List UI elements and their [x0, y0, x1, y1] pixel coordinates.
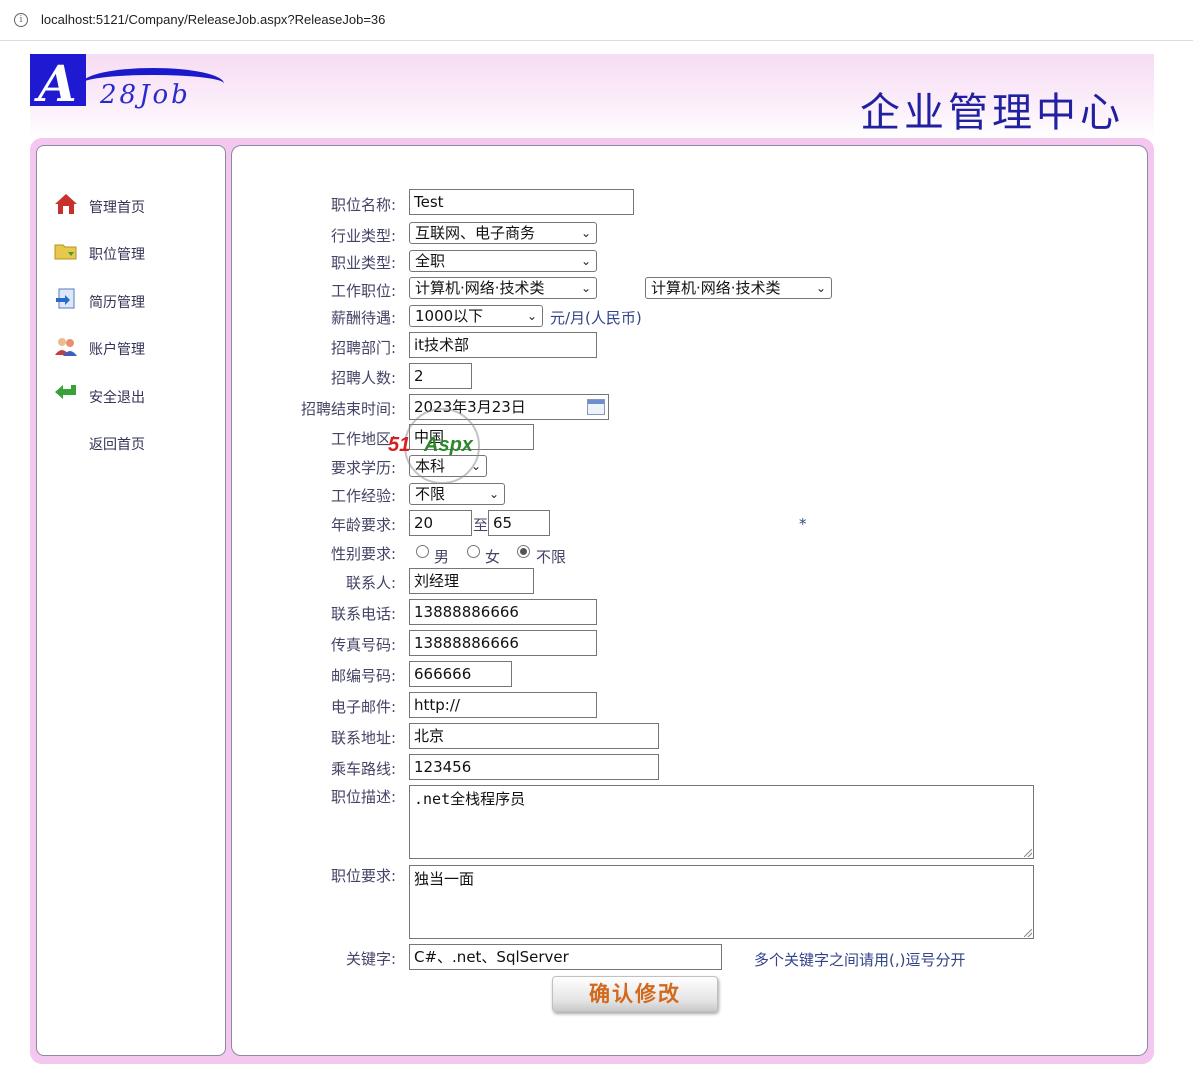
job-name-input[interactable]: Test — [409, 189, 634, 215]
keywords-label: 关键字: — [345, 950, 396, 968]
fax-input[interactable]: 13888886666 — [409, 630, 597, 656]
phone-input[interactable]: 13888886666 — [409, 599, 597, 625]
fax-label: 传真号码: — [330, 636, 396, 654]
requirements-value: 独当一面 — [414, 870, 475, 888]
sidebar-item-label: 简历管理 — [89, 295, 145, 311]
sidebar-item-resumes[interactable]: 简历管理 — [37, 283, 225, 319]
address-label: 联系地址: — [330, 729, 396, 747]
address-bar[interactable]: i localhost:5121/Company/ReleaseJob.aspx… — [0, 0, 1193, 41]
email-input[interactable]: http:// — [409, 692, 597, 718]
gender-radio-female[interactable] — [467, 545, 480, 558]
resize-grip-icon[interactable] — [1024, 929, 1032, 937]
salary-value: 1000以下 — [415, 307, 484, 325]
description-label: 职位描述: — [330, 788, 396, 806]
sidebar-item-account[interactable]: 账户管理 — [37, 330, 225, 366]
gender-option-male: 男 — [434, 548, 450, 566]
job-type-label: 职业类型: — [330, 254, 396, 272]
gender-radio-male[interactable] — [416, 545, 429, 558]
location-label: 工作地区: — [330, 430, 396, 448]
age-min-input[interactable]: 20 — [409, 510, 472, 536]
chevron-down-icon: ⌄ — [580, 281, 591, 295]
salary-label: 薪酬待遇: — [330, 309, 396, 327]
gender-radio-any[interactable] — [517, 545, 530, 558]
education-label: 要求学历: — [330, 459, 396, 477]
description-value: .net全栈程序员 — [414, 790, 526, 808]
confirm-button[interactable]: 确认修改 — [552, 976, 718, 1012]
address-input[interactable]: 北京 — [409, 723, 659, 749]
job-type-select[interactable]: 全职 ⌄ — [409, 250, 597, 272]
sidebar: 管理首页 职位管理 简历管理 账户管理 安全退出 返回首页 — [36, 145, 226, 1056]
sidebar-item-label: 返回首页 — [89, 437, 145, 453]
page-header: A 28Job 企业管理中心 — [30, 54, 1154, 138]
requirements-label: 职位要求: — [330, 867, 396, 885]
bus-route-label: 乘车路线: — [330, 760, 396, 778]
email-label: 电子邮件: — [330, 698, 396, 716]
resize-grip-icon[interactable] — [1024, 849, 1032, 857]
exit-arrow-icon — [54, 383, 78, 405]
department-label: 招聘部门: — [330, 339, 396, 357]
position-subcategory-value: 计算机·网络·技术类 — [651, 279, 781, 297]
calendar-icon[interactable] — [587, 399, 605, 415]
site-info-icon[interactable]: i — [14, 13, 28, 27]
gender-option-any: 不限 — [536, 548, 567, 566]
position-label: 工作职位: — [330, 282, 396, 300]
zip-input[interactable]: 666666 — [409, 661, 512, 687]
sidebar-item-logout[interactable]: 安全退出 — [37, 378, 225, 414]
logo-letter: A — [38, 54, 77, 113]
sidebar-item-home[interactable]: 管理首页 — [37, 188, 225, 224]
bus-route-input[interactable]: 123456 — [409, 754, 659, 780]
end-date-label: 招聘结束时间: — [300, 400, 396, 418]
sidebar-item-label: 账户管理 — [89, 342, 145, 358]
phone-label: 联系电话: — [330, 605, 396, 623]
page-title: 企业管理中心 — [860, 90, 1124, 136]
watermark-text: 51 — [388, 434, 411, 456]
watermark-text-aspx: Aspx — [424, 434, 473, 456]
sidebar-item-label: 安全退出 — [89, 390, 145, 406]
description-textarea[interactable]: .net全栈程序员 — [409, 785, 1034, 859]
experience-label: 工作经验: — [330, 487, 396, 505]
position-category-select[interactable]: 计算机·网络·技术类 ⌄ — [409, 277, 597, 299]
sidebar-item-back-home[interactable]: 返回首页 — [37, 425, 225, 461]
industry-value: 互联网、电子商务 — [415, 224, 536, 242]
logo[interactable]: A — [30, 54, 86, 113]
chevron-down-icon: ⌄ — [488, 487, 499, 501]
url-text[interactable]: localhost:5121/Company/ReleaseJob.aspx?R… — [41, 12, 385, 27]
sidebar-item-label: 管理首页 — [89, 200, 145, 216]
contact-input[interactable]: 刘经理 — [409, 568, 534, 594]
department-input[interactable]: it技术部 — [409, 332, 597, 358]
keywords-input[interactable]: C#、.net、SqlServer — [409, 944, 722, 970]
watermark-logo: 51 Aspx — [388, 408, 488, 496]
chevron-down-icon: ⌄ — [526, 309, 537, 323]
gender-label: 性别要求: — [330, 545, 396, 563]
gender-option-female: 女 — [485, 548, 501, 566]
job-type-value: 全职 — [415, 252, 446, 270]
resume-icon — [54, 288, 78, 310]
industry-label: 行业类型: — [330, 227, 396, 245]
sidebar-item-jobs[interactable]: 职位管理 — [37, 235, 225, 271]
salary-select[interactable]: 1000以下 ⌄ — [409, 305, 543, 327]
age-label: 年龄要求: — [330, 516, 396, 534]
chevron-down-icon: ⌄ — [580, 254, 591, 268]
headcount-label: 招聘人数: — [330, 369, 396, 387]
home-icon — [54, 193, 78, 215]
users-icon — [54, 335, 78, 357]
folder-icon — [54, 240, 78, 262]
required-mark: * — [799, 515, 807, 533]
industry-select[interactable]: 互联网、电子商务 ⌄ — [409, 222, 597, 244]
sidebar-item-label: 职位管理 — [89, 247, 145, 263]
requirements-textarea[interactable]: 独当一面 — [409, 865, 1034, 939]
chevron-down-icon: ⌄ — [580, 226, 591, 240]
age-max-input[interactable]: 65 — [488, 510, 550, 536]
contact-label: 联系人: — [345, 574, 396, 592]
salary-unit: 元/月(人民币) — [550, 309, 642, 327]
position-subcategory-select[interactable]: 计算机·网络·技术类 ⌄ — [645, 277, 832, 299]
chevron-down-icon: ⌄ — [815, 281, 826, 295]
logo-text: 28Job — [100, 80, 191, 110]
keywords-hint: 多个关键字之间请用(,)逗号分开 — [754, 951, 966, 969]
position-category-value: 计算机·网络·技术类 — [415, 279, 545, 297]
age-range-separator: 至 — [473, 516, 489, 534]
zip-label: 邮编号码: — [330, 667, 396, 685]
headcount-input[interactable]: 2 — [409, 363, 472, 389]
job-name-label: 职位名称: — [330, 196, 396, 214]
